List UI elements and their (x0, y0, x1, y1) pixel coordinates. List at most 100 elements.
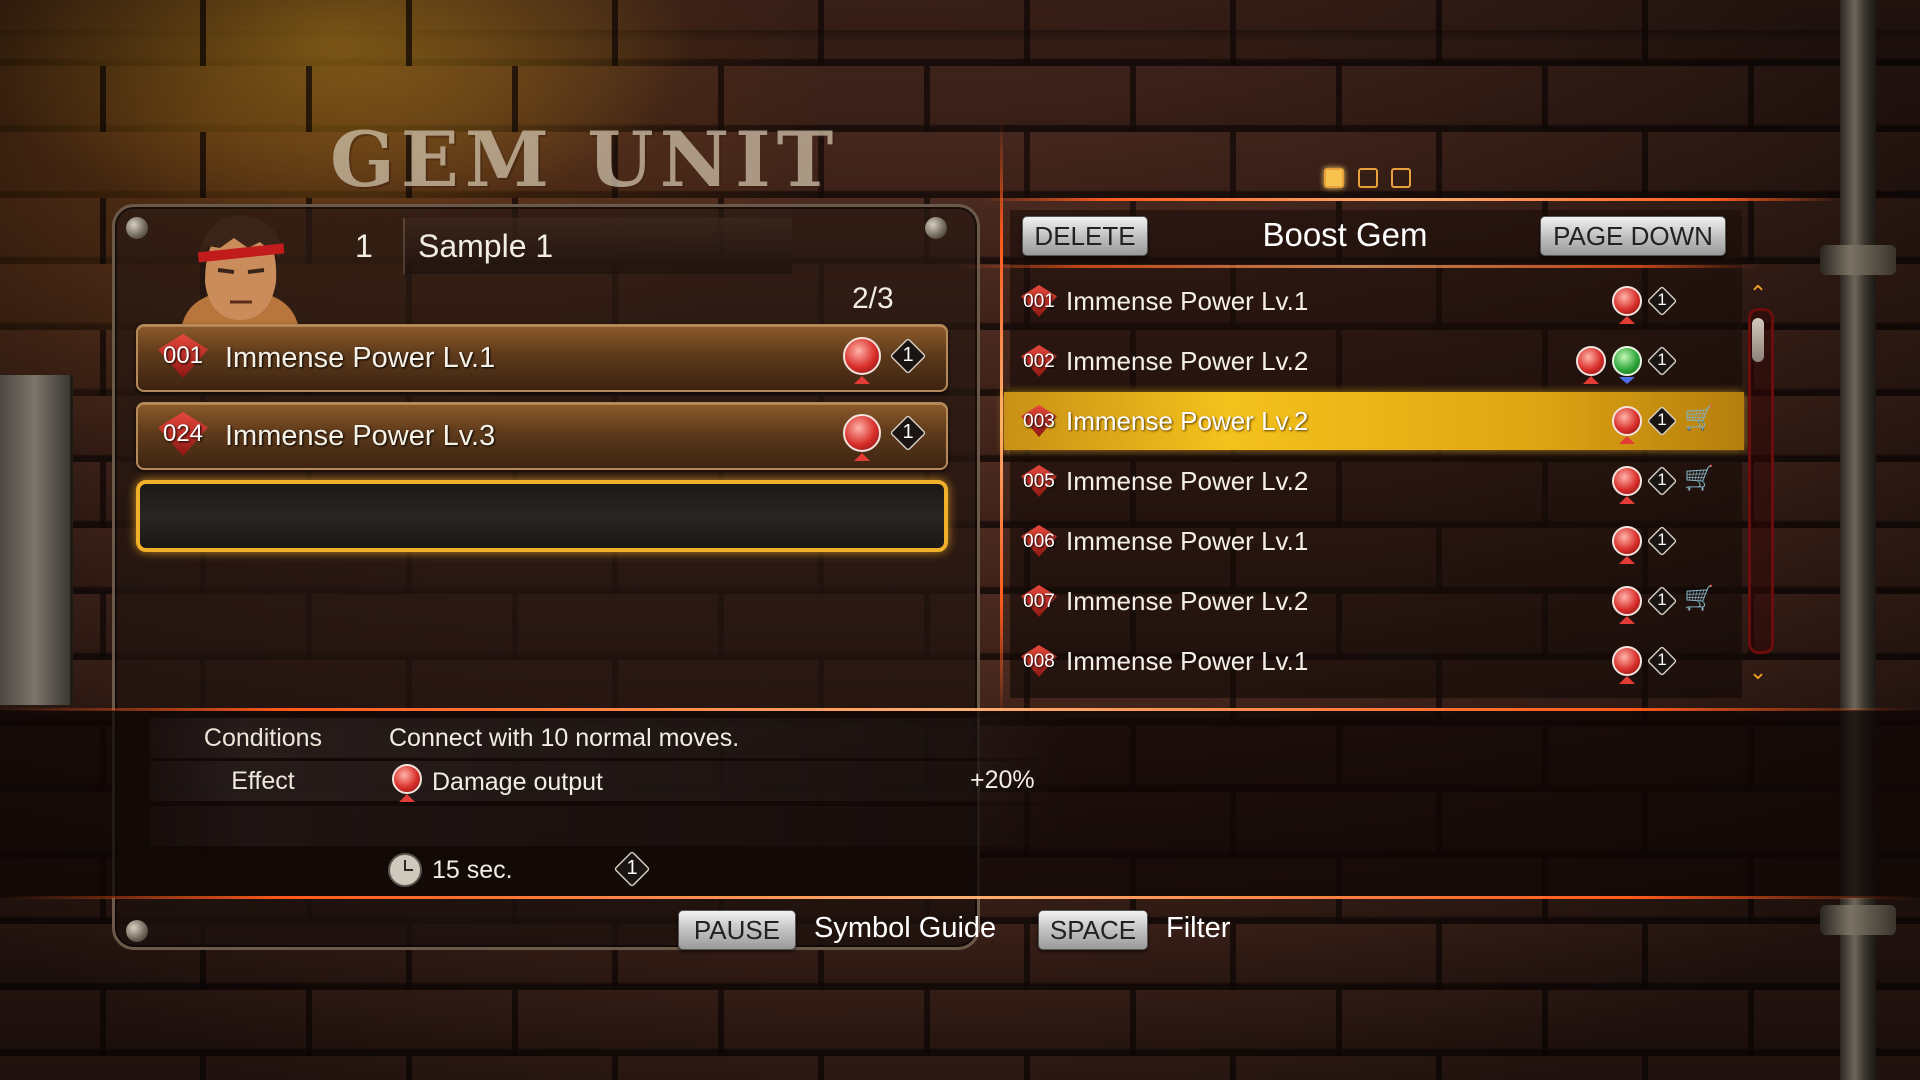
filter-label: Filter (1166, 912, 1231, 944)
gem-cost-value: 1 (1657, 410, 1667, 429)
gem-cost-value: 1 (1657, 530, 1667, 549)
gem-id: 001 (1023, 291, 1055, 312)
pause-key-button[interactable]: PAUSE (678, 910, 796, 950)
shop-cart-icon: 🛒 (1684, 585, 1714, 612)
gem-list-row[interactable]: 001 Immense Power Lv.1 1 (1004, 272, 1744, 330)
power-gem-icon (843, 414, 881, 461)
gem-label: Immense Power Lv.1 (1066, 286, 1309, 316)
gem-cost: 1 (613, 850, 651, 888)
scroll-down-icon[interactable]: ⌄ (1746, 661, 1770, 683)
gem-id-badge: 003 (1014, 405, 1064, 437)
effect-text: Damage output (432, 768, 603, 796)
gem-cost-value: 1 (1657, 470, 1667, 489)
conditions-text: Connect with 10 normal moves. (389, 724, 740, 752)
divider (980, 198, 1840, 201)
duration-text: 15 sec. (432, 856, 513, 884)
gem-cost-value: 1 (1657, 650, 1667, 669)
gem-id-badge: 024 (148, 412, 218, 456)
gem-label: Immense Power Lv.2 (1066, 586, 1309, 616)
unit-capacity: 2/3 (852, 282, 894, 315)
symbol-guide-label: Symbol Guide (814, 912, 997, 944)
gem-label: Immense Power Lv.2 (1066, 406, 1309, 436)
gem-id: 006 (1023, 531, 1055, 552)
power-gem-icon (1612, 406, 1642, 444)
gem-cost: 1 (1646, 585, 1678, 617)
power-gem-icon (843, 337, 881, 384)
pipe-clamp (1820, 245, 1896, 275)
power-gem-icon (1612, 526, 1642, 564)
equipped-gem-label: Immense Power Lv.1 (225, 342, 496, 374)
gem-id: 002 (1023, 351, 1055, 372)
gem-cost-value: 1 (1657, 590, 1667, 609)
effect-value: +20% (970, 766, 1035, 794)
power-gem-icon (1612, 466, 1642, 504)
gem-id-badge: 008 (1014, 645, 1064, 677)
gem-label: Immense Power Lv.2 (1066, 466, 1309, 496)
gem-id: 007 (1023, 591, 1055, 612)
gem-list-row[interactable]: 002 Immense Power Lv.2 1 (1004, 332, 1744, 390)
divider (1000, 120, 1003, 720)
gem-id: 008 (1023, 651, 1055, 672)
shop-cart-icon: 🛒 (1684, 405, 1714, 432)
unit-name: Sample 1 (418, 228, 554, 264)
scrollbar-thumb[interactable] (1752, 318, 1764, 362)
gem-label: Immense Power Lv.1 (1066, 526, 1309, 556)
conditions-label: Conditions (203, 724, 323, 752)
gem-id-badge: 001 (148, 334, 218, 378)
gem-cost: 1 (889, 337, 927, 375)
unit-number: 1 (355, 228, 373, 264)
page-indicator (1358, 168, 1378, 188)
gem-cost: 1 (1646, 525, 1678, 557)
gem-cost: 1 (1646, 465, 1678, 497)
gem-list-row[interactable]: 007 Immense Power Lv.2 1 🛒 (1004, 572, 1744, 630)
metal-plate (0, 375, 73, 705)
power-gem-icon (1576, 346, 1606, 384)
gem-label: Immense Power Lv.2 (1066, 346, 1309, 376)
page-title: GEM UNIT (330, 115, 840, 204)
power-gem-icon (1612, 586, 1642, 624)
clock-icon (388, 853, 422, 887)
divider (0, 896, 1920, 899)
rivet (126, 217, 148, 239)
gem-cost: 1 (1646, 345, 1678, 377)
scroll-up-icon[interactable]: ⌃ (1746, 283, 1770, 305)
gem-list-row[interactable]: 006 Immense Power Lv.1 1 (1004, 512, 1744, 570)
gem-list-row[interactable]: 008 Immense Power Lv.1 1 (1004, 632, 1744, 690)
shop-cart-icon: 🛒 (1684, 465, 1714, 492)
effect-row-empty (150, 806, 1070, 846)
gem-id-badge: 001 (1014, 285, 1064, 317)
speed-gem-icon (1612, 346, 1642, 384)
divider (0, 708, 1920, 711)
power-gem-icon (1612, 286, 1642, 324)
gem-list-row[interactable]: 005 Immense Power Lv.2 1 🛒 (1004, 452, 1744, 510)
gem-cost: 1 (1646, 645, 1678, 677)
gem-id: 003 (1023, 411, 1055, 432)
gem-id-badge: 002 (1014, 345, 1064, 377)
page-down-button[interactable]: PAGE DOWN (1540, 216, 1726, 256)
gem-cost: 1 (1646, 285, 1678, 317)
list-title: Boost Gem (1262, 216, 1428, 253)
character-portrait (180, 215, 300, 342)
power-gem-icon (1612, 646, 1642, 684)
gem-id-badge: 005 (1014, 465, 1064, 497)
empty-slot[interactable] (136, 480, 948, 552)
rivet (925, 217, 947, 239)
gem-cost-value: 1 (1657, 290, 1667, 309)
rivet (126, 920, 148, 942)
page-indicator (1324, 168, 1344, 188)
power-gem-icon (392, 764, 422, 802)
gem-id-badge: 006 (1014, 525, 1064, 557)
gem-cost: 1 (1646, 405, 1678, 437)
pipe-clamp (1820, 905, 1896, 935)
space-key-button[interactable]: SPACE (1038, 910, 1148, 950)
gem-id: 005 (1023, 471, 1055, 492)
page-indicator (1391, 168, 1411, 188)
equipped-gem-label: Immense Power Lv.3 (225, 420, 496, 452)
gem-label: Immense Power Lv.1 (1066, 646, 1309, 676)
divider (960, 265, 1760, 268)
gem-id-badge: 007 (1014, 585, 1064, 617)
gem-cost: 1 (889, 414, 927, 452)
delete-button[interactable]: DELETE (1022, 216, 1148, 256)
gem-cost-value: 1 (1657, 350, 1667, 369)
gem-list-row[interactable]: 003 Immense Power Lv.2 1 🛒 (1004, 392, 1744, 450)
